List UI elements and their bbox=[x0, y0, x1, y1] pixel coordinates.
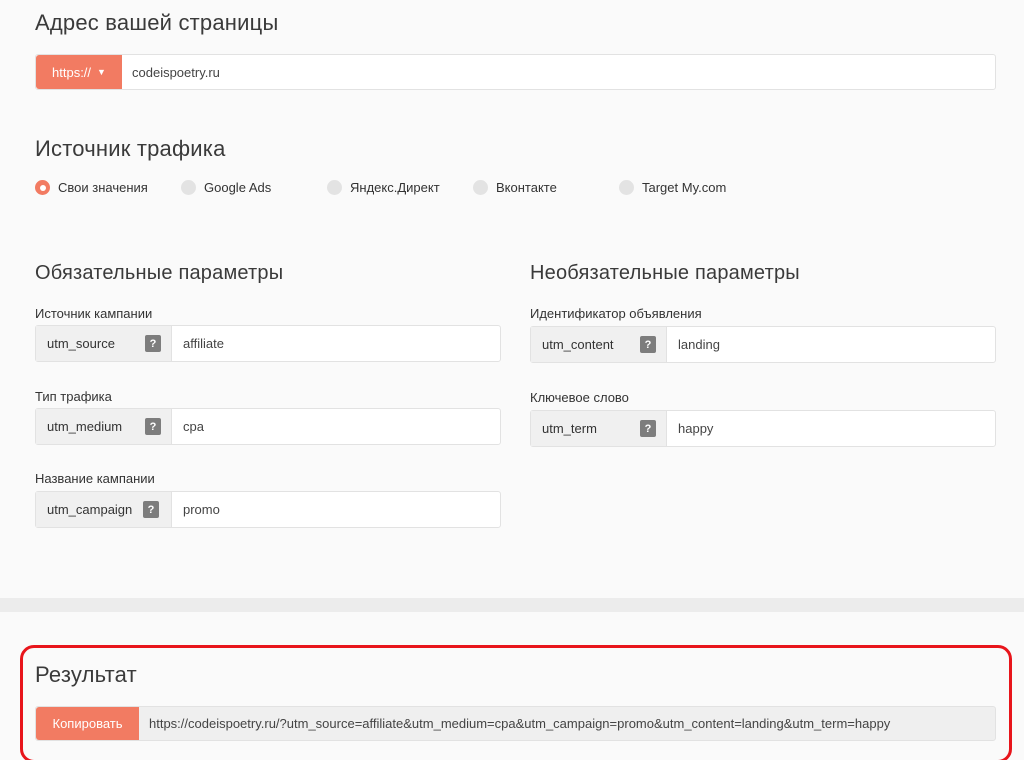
utm-medium-addon: utm_medium ? bbox=[36, 409, 172, 444]
utm-source-input[interactable] bbox=[172, 326, 500, 361]
copy-button[interactable]: Копировать bbox=[36, 707, 139, 740]
result-group: Копировать https://codeispoetry.ru/?utm_… bbox=[35, 706, 996, 741]
utm-content-field: utm_content ? bbox=[530, 326, 996, 363]
utm-term-label: Ключевое слово bbox=[530, 390, 629, 405]
utm-medium-field: utm_medium ? bbox=[35, 408, 501, 445]
radio-unchecked-icon bbox=[181, 180, 196, 195]
utm-builder-page: Адрес вашей страницы https:// ▼ Источник… bbox=[0, 0, 1024, 760]
radio-label: Target My.com bbox=[642, 180, 727, 195]
radio-label: Свои значения bbox=[58, 180, 148, 195]
radio-google-ads[interactable]: Google Ads bbox=[181, 180, 271, 195]
param-name: utm_campaign bbox=[47, 502, 133, 517]
help-icon[interactable]: ? bbox=[640, 420, 656, 437]
utm-campaign-label: Название кампании bbox=[35, 471, 155, 486]
help-icon[interactable]: ? bbox=[145, 335, 161, 352]
radio-target-mycom[interactable]: Target My.com bbox=[619, 180, 726, 195]
radio-label: Google Ads bbox=[204, 180, 272, 195]
utm-medium-label: Тип трафика bbox=[35, 389, 112, 404]
radio-vkontakte[interactable]: Вконтакте bbox=[473, 180, 557, 195]
utm-content-input[interactable] bbox=[667, 327, 995, 362]
protocol-label: https:// bbox=[52, 64, 92, 80]
radio-label: Вконтакте bbox=[496, 180, 557, 195]
help-icon[interactable]: ? bbox=[145, 418, 161, 435]
required-params-heading: Обязательные параметры bbox=[35, 262, 284, 284]
result-url[interactable]: https://codeispoetry.ru/?utm_source=affi… bbox=[139, 707, 995, 740]
utm-content-label: Идентификатор объявления bbox=[530, 306, 702, 321]
help-icon[interactable]: ? bbox=[640, 336, 656, 353]
page-url-group: https:// ▼ bbox=[35, 54, 996, 90]
help-icon[interactable]: ? bbox=[143, 501, 159, 518]
caret-down-icon: ▼ bbox=[97, 67, 106, 77]
page-url-heading: Адрес вашей страницы bbox=[35, 10, 279, 35]
param-name: utm_term bbox=[542, 421, 597, 436]
utm-medium-input[interactable] bbox=[172, 409, 500, 444]
utm-campaign-input[interactable] bbox=[172, 492, 500, 527]
utm-campaign-field: utm_campaign ? bbox=[35, 491, 501, 528]
radio-yandex-direct[interactable]: Яндекс.Директ bbox=[327, 180, 440, 195]
radio-custom-values[interactable]: Свои значения bbox=[35, 180, 148, 195]
traffic-source-radio-group: Свои значения Google Ads Яндекс.Директ В… bbox=[35, 180, 795, 200]
traffic-source-heading: Источник трафика bbox=[35, 136, 226, 161]
result-heading: Результат bbox=[35, 662, 137, 687]
radio-checked-icon bbox=[35, 180, 50, 195]
optional-params-heading: Необязательные параметры bbox=[530, 262, 800, 284]
page-url-input[interactable] bbox=[122, 55, 995, 89]
param-name: utm_medium bbox=[47, 419, 123, 434]
utm-source-addon: utm_source ? bbox=[36, 326, 172, 361]
utm-term-field: utm_term ? bbox=[530, 410, 996, 447]
utm-source-field: utm_source ? bbox=[35, 325, 501, 362]
param-name: utm_content bbox=[542, 337, 614, 352]
utm-term-input[interactable] bbox=[667, 411, 995, 446]
utm-campaign-addon: utm_campaign ? bbox=[36, 492, 172, 527]
param-name: utm_source bbox=[47, 336, 115, 351]
section-divider bbox=[0, 598, 1024, 612]
radio-unchecked-icon bbox=[619, 180, 634, 195]
utm-source-label: Источник кампании bbox=[35, 306, 153, 321]
radio-label: Яндекс.Директ bbox=[350, 180, 440, 195]
utm-term-addon: utm_term ? bbox=[531, 411, 667, 446]
radio-unchecked-icon bbox=[473, 180, 488, 195]
utm-content-addon: utm_content ? bbox=[531, 327, 667, 362]
radio-unchecked-icon bbox=[327, 180, 342, 195]
protocol-dropdown[interactable]: https:// ▼ bbox=[36, 55, 122, 89]
result-highlight-frame bbox=[20, 645, 1012, 760]
